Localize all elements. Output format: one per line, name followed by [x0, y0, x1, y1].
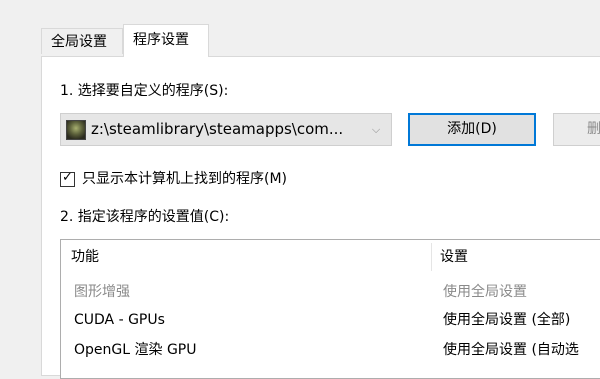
column-header-feature[interactable]: 功能	[71, 240, 99, 274]
table-row[interactable]: OpenGL 渲染 GPU 使用全局设置 (自动选	[61, 336, 600, 364]
column-divider[interactable]	[431, 243, 432, 271]
table-row[interactable]: 图形增强 使用全局设置	[61, 278, 600, 306]
program-select-dropdown[interactable]: z:\steamlibrary\steamapps\com... ⌵	[60, 113, 392, 146]
column-header-setting[interactable]: 设置	[440, 240, 468, 274]
show-local-programs-label[interactable]: 只显示本计算机上找到的程序(M)	[82, 170, 287, 189]
tab-strip: 全局设置 程序设置	[0, 0, 600, 57]
tab-global-settings[interactable]: 全局设置	[41, 28, 123, 54]
checkmark-icon: ✓	[62, 170, 73, 185]
select-program-label: 1. 选择要自定义的程序(S):	[60, 83, 229, 99]
chevron-down-icon[interactable]: ⌵	[369, 123, 383, 137]
add-program-button[interactable]: 添加(D)	[408, 113, 536, 146]
feature-setting-value: 使用全局设置	[443, 284, 527, 300]
table-row[interactable]: CUDA - GPUs 使用全局设置 (全部)	[61, 306, 600, 334]
show-local-programs-checkbox[interactable]: ✓	[60, 170, 75, 187]
feature-setting-value: 使用全局设置 (自动选	[443, 342, 579, 358]
settings-table[interactable]: 功能 设置 图形增强 使用全局设置 CUDA - GPUs 使用全局设置 (全部…	[60, 239, 600, 379]
program-select-value: z:\steamlibrary\steamapps\com...	[91, 120, 344, 138]
feature-name: 图形增强	[74, 284, 130, 300]
feature-setting-value: 使用全局设置 (全部)	[443, 312, 571, 328]
feature-name: CUDA - GPUs	[74, 312, 165, 328]
remove-program-button[interactable]: 删	[553, 113, 600, 146]
tab-program-settings[interactable]: 程序设置	[123, 24, 209, 57]
specify-settings-label: 2. 指定该程序的设置值(C):	[60, 209, 230, 225]
game-app-icon	[66, 120, 86, 140]
feature-name: OpenGL 渲染 GPU	[74, 342, 197, 358]
